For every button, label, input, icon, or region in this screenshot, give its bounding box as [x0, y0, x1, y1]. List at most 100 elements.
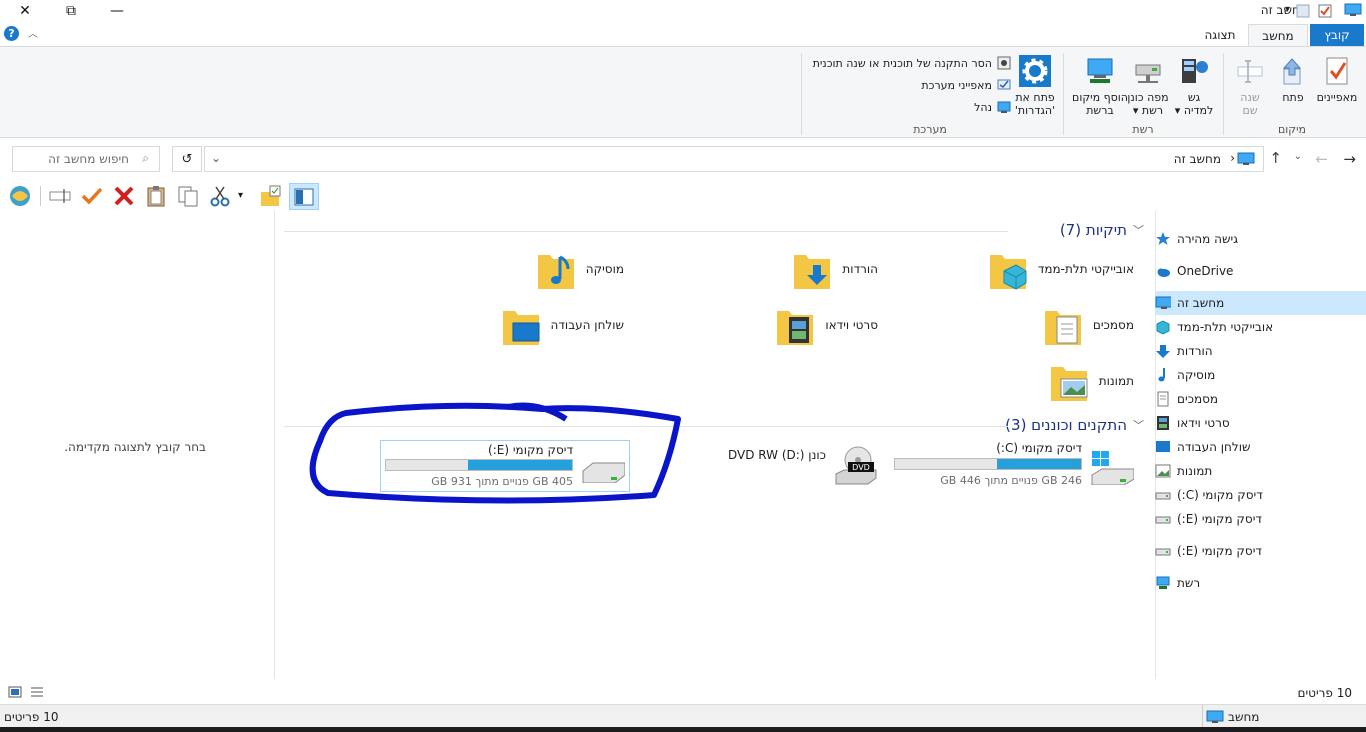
- folder-tile[interactable]: שולחן העבודה: [501, 305, 624, 345]
- collapse-ribbon-icon[interactable]: ︿: [28, 25, 38, 40]
- sidebar-item[interactable]: גישה מהירה: [1155, 227, 1366, 251]
- copy-icon[interactable]: [176, 184, 200, 208]
- refresh-button[interactable]: ↺: [172, 146, 202, 172]
- open-label: פתח: [1282, 91, 1304, 104]
- sidebar-item-label: רשת: [1177, 576, 1201, 590]
- sidebar-item[interactable]: מסמכים: [1155, 387, 1366, 411]
- sidebar-item-label: דיסק מקומי (C:): [1177, 488, 1263, 502]
- breadcrumb-separator[interactable]: ›: [1230, 151, 1235, 165]
- chevron-down-icon[interactable]: ▾: [238, 190, 243, 201]
- close-button[interactable]: ✕: [2, 0, 48, 22]
- folder-tile[interactable]: מסמכים: [1043, 305, 1134, 345]
- picture-icon: [1155, 463, 1171, 479]
- shell-icon[interactable]: [8, 184, 32, 208]
- uninstall-program-button[interactable]: הסר התקנה של תוכנית או שנה תוכנית: [813, 55, 1012, 71]
- dvd-badge: DVD: [852, 463, 870, 472]
- drives-section-header[interactable]: ﹀ התקנים וכוננים (3): [1005, 416, 1144, 434]
- folders-section-title: תיקיות (7): [1059, 221, 1127, 239]
- add-network-location-icon: [1084, 55, 1116, 87]
- preview-message: בחר קובץ לתצוגה מקדימה.: [64, 440, 206, 454]
- maximize-button[interactable]: ⧉: [48, 0, 94, 22]
- search-input[interactable]: ⌕ חיפוש מחשב זה: [12, 146, 160, 172]
- properties-quick-icon[interactable]: [1318, 4, 1332, 18]
- downloads-folder-icon: [792, 249, 832, 289]
- rename-button[interactable]: שנה שם: [1230, 55, 1270, 117]
- folder-tile[interactable]: אובייקטי תלת-ממד: [988, 249, 1134, 290]
- location-group-label: מיקום: [1277, 123, 1307, 136]
- new-folder-quick-icon[interactable]: [1296, 4, 1310, 18]
- search-icon: ⌕: [142, 151, 149, 165]
- map-network-drive-button[interactable]: מפה כונן רשת ▾: [1124, 55, 1172, 117]
- ribbon-separator: [1063, 53, 1064, 135]
- folder-tile[interactable]: הורדות: [792, 249, 878, 289]
- sidebar-item[interactable]: תמונות: [1155, 459, 1366, 483]
- properties-button[interactable]: מאפיינים: [1314, 55, 1360, 104]
- dvd-drive-icon: DVD: [834, 446, 878, 486]
- sidebar-item[interactable]: מוסיקה: [1155, 363, 1366, 387]
- address-row: → ← ⌄ ↑ › מחשב זה ⌄ ↺ ⌕ חיפוש מחשב זה: [0, 146, 1366, 172]
- sidebar-item[interactable]: הורדות: [1155, 339, 1366, 363]
- sidebar-item[interactable]: דיסק מקומי (C:): [1155, 483, 1366, 507]
- sidebar-item[interactable]: שולחן העבודה: [1155, 435, 1366, 459]
- open-settings-button[interactable]: פתח את 'הגדרות': [1012, 55, 1058, 117]
- taskbar-separator: [1202, 705, 1203, 729]
- content-pane: ﹀ תיקיות (7) אובייקטי תלת-ממד הורדות מוס…: [276, 211, 1154, 679]
- network-group-label: רשת: [1132, 123, 1154, 136]
- open-button[interactable]: פתח: [1278, 55, 1308, 104]
- drive-tile-d[interactable]: DVD כונן DVD RW (D:): [728, 446, 878, 490]
- settings-label-2: 'הגדרות': [1014, 104, 1056, 117]
- address-history-dropdown[interactable]: ⌄: [211, 151, 221, 165]
- up-arrow-icon[interactable]: ↑: [1269, 149, 1282, 167]
- minimize-button[interactable]: —: [94, 0, 140, 22]
- status-bar: 10 פריטים: [0, 680, 1366, 704]
- folder-label: סרטי וידאו: [825, 318, 878, 332]
- back-arrow-icon[interactable]: →: [1343, 150, 1356, 168]
- cut-icon[interactable]: [208, 184, 232, 208]
- select-folder-icon[interactable]: [258, 184, 282, 208]
- system-properties-button[interactable]: מאפייני מערכת: [921, 77, 1012, 93]
- sidebar-item[interactable]: OneDrive: [1155, 259, 1366, 283]
- folder-tile[interactable]: תמונות: [1049, 361, 1134, 401]
- breadcrumb[interactable]: מחשב זה: [1174, 152, 1221, 166]
- media-label-2-text: למדיה: [1183, 104, 1214, 117]
- tab-file[interactable]: קובץ: [1310, 24, 1364, 46]
- add-network-location-button[interactable]: הוסף מיקום ברשת: [1070, 55, 1130, 117]
- quick-access-dropdown-icon[interactable]: ▾: [1285, 4, 1290, 15]
- documents-folder-icon: [1043, 305, 1083, 345]
- large-icons-view-icon[interactable]: [8, 686, 22, 698]
- sidebar-item[interactable]: מחשב זה: [1155, 291, 1366, 315]
- paste-icon[interactable]: [144, 184, 168, 208]
- computer-icon: [1206, 710, 1224, 724]
- computer-icon[interactable]: [1344, 3, 1362, 17]
- uninstall-icon: [996, 55, 1012, 71]
- sidebar-item[interactable]: דיסק מקומי (E:): [1155, 507, 1366, 531]
- manage-button[interactable]: נהל: [974, 99, 1012, 115]
- address-bar[interactable]: › מחשב זה ⌄: [204, 146, 1264, 172]
- delete-icon[interactable]: [112, 184, 136, 208]
- access-media-button[interactable]: גש למדיה ▾: [1172, 55, 1216, 117]
- drive-tile-c[interactable]: דיסק מקומי (C:) 246 GB פנויים מתוך 446 G…: [894, 441, 1135, 491]
- sidebar-item[interactable]: אובייקטי תלת-ממד: [1155, 315, 1366, 339]
- sidebar-item[interactable]: סרטי וידאו: [1155, 411, 1366, 435]
- tab-view[interactable]: תצוגה: [1196, 24, 1244, 46]
- forward-arrow-icon[interactable]: ←: [1315, 150, 1328, 168]
- music-note-icon: [1155, 367, 1171, 383]
- preview-pane-toggle[interactable]: [289, 183, 319, 210]
- manage-icon: [996, 99, 1012, 115]
- document-icon: [1155, 391, 1171, 407]
- rename-icon[interactable]: [48, 184, 72, 208]
- details-view-icon[interactable]: [30, 686, 44, 698]
- checkmark-icon[interactable]: [80, 184, 104, 208]
- folder-tile[interactable]: מוסיקה: [536, 249, 624, 289]
- recent-locations-icon[interactable]: ⌄: [1294, 151, 1302, 162]
- tab-computer[interactable]: מחשב: [1248, 24, 1308, 46]
- sidebar-item[interactable]: דיסק מקומי (E:): [1155, 539, 1366, 563]
- sidebar-item-label: מסמכים: [1177, 392, 1219, 406]
- help-icon[interactable]: ?: [4, 26, 19, 41]
- media-label-1: גש: [1187, 91, 1201, 104]
- system-group-label: מערכת: [913, 123, 947, 136]
- chevron-down-icon: ﹀: [1133, 419, 1144, 432]
- folders-section-header[interactable]: ﹀ תיקיות (7): [1060, 221, 1144, 239]
- sidebar-item[interactable]: רשת: [1155, 571, 1366, 595]
- folder-tile[interactable]: סרטי וידאו: [775, 305, 878, 345]
